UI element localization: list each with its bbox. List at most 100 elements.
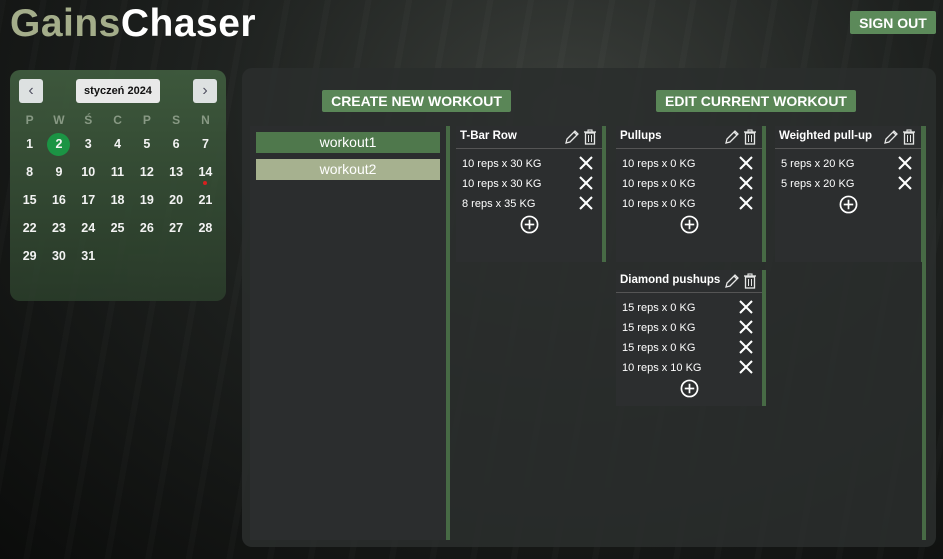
calendar-day[interactable]: 18 <box>103 186 132 214</box>
day-number: 4 <box>114 137 122 151</box>
set-text: 8 reps x 35 KG <box>462 198 536 210</box>
close-icon[interactable] <box>578 195 594 214</box>
set-text: 15 reps x 0 KG <box>622 302 696 314</box>
calendar-day[interactable]: 12 <box>132 158 161 186</box>
set-row: 10 reps x 30 KG <box>456 173 602 193</box>
calendar-day[interactable]: 3 <box>74 130 103 158</box>
day-number: 20 <box>169 193 184 207</box>
calendar: ‹ styczeń 2024 › P W Ś C P S N 1 2 3 4 5 6 7 8 9 10 11 12 1… <box>10 70 226 301</box>
main-panel: CREATE NEW WORKOUT EDIT CURRENT WORKOUT … <box>242 68 936 547</box>
next-month-button[interactable]: › <box>193 79 217 103</box>
exercise-card: T-Bar Row 10 reps x 30 KG 10 reps x 30 KG 8… <box>456 126 606 262</box>
workout-item[interactable]: workout1 <box>256 132 440 153</box>
calendar-day[interactable]: 20 <box>161 186 190 214</box>
pencil-icon[interactable] <box>724 273 740 294</box>
set-row: 10 reps x 30 KG <box>456 153 602 173</box>
trash-icon[interactable] <box>743 129 757 150</box>
calendar-day[interactable]: 25 <box>103 214 132 242</box>
calendar-day[interactable]: 15 <box>15 186 44 214</box>
exercise-name: Weighted pull-up <box>779 130 873 142</box>
calendar-day[interactable]: 30 <box>44 242 73 270</box>
close-icon[interactable] <box>738 155 754 174</box>
day-number: 29 <box>22 249 37 263</box>
pencil-icon[interactable] <box>883 129 899 150</box>
day-number: 19 <box>139 193 154 207</box>
logo-part-1: Gains <box>10 2 121 45</box>
calendar-day[interactable]: 22 <box>15 214 44 242</box>
calendar-day[interactable]: 9 <box>44 158 73 186</box>
sign-out-button[interactable]: SIGN OUT <box>850 11 936 34</box>
plus-circle-icon[interactable] <box>616 213 762 237</box>
close-icon[interactable] <box>897 175 913 194</box>
set-list: 10 reps x 30 KG 10 reps x 30 KG 8 reps x 3… <box>456 149 602 237</box>
close-icon[interactable] <box>578 155 594 174</box>
close-icon[interactable] <box>738 175 754 194</box>
calendar-day[interactable]: 2 <box>44 130 73 158</box>
calendar-day[interactable]: 4 <box>103 130 132 158</box>
set-row: 10 reps x 0 KG <box>616 193 762 213</box>
plus-circle-icon[interactable] <box>616 377 762 401</box>
workout-marker <box>203 181 208 185</box>
calendar-day[interactable]: 24 <box>74 214 103 242</box>
day-number: 1 <box>26 137 34 151</box>
calendar-day[interactable]: 19 <box>132 186 161 214</box>
calendar-day[interactable]: 11 <box>103 158 132 186</box>
close-icon[interactable] <box>738 359 754 378</box>
chevron-left-icon: ‹ <box>28 82 34 99</box>
trash-icon[interactable] <box>583 129 597 150</box>
close-icon[interactable] <box>897 155 913 174</box>
trash-icon[interactable] <box>902 129 916 150</box>
calendar-day[interactable]: 8 <box>15 158 44 186</box>
pencil-icon[interactable] <box>564 129 580 150</box>
set-row: 10 reps x 0 KG <box>616 173 762 193</box>
day-number: 21 <box>198 193 213 207</box>
calendar-day[interactable]: 21 <box>191 186 220 214</box>
calendar-day[interactable]: 17 <box>74 186 103 214</box>
calendar-day[interactable]: 10 <box>74 158 103 186</box>
day-number: 10 <box>81 165 96 179</box>
workout-list: workout1 workout2 <box>250 126 450 540</box>
calendar-day[interactable]: 23 <box>44 214 73 242</box>
calendar-day[interactable]: 14 <box>191 158 220 186</box>
create-workout-button[interactable]: CREATE NEW WORKOUT <box>322 90 511 112</box>
plus-circle-icon[interactable] <box>775 193 921 217</box>
weekday-header: W <box>53 113 65 127</box>
calendar-day[interactable]: 1 <box>15 130 44 158</box>
day-number: 26 <box>139 221 154 235</box>
calendar-day[interactable]: 7 <box>191 130 220 158</box>
set-row: 10 reps x 10 KG <box>616 357 762 377</box>
calendar-day[interactable]: 28 <box>191 214 220 242</box>
calendar-day[interactable]: 5 <box>132 130 161 158</box>
trash-icon[interactable] <box>743 273 757 294</box>
month-label: styczeń 2024 <box>76 79 160 103</box>
calendar-grid: P W Ś C P S N 1 2 3 4 5 6 7 8 9 10 11 12 13 14 15 16 17 18 19 20 21… <box>15 110 220 270</box>
day-number: 24 <box>81 221 96 235</box>
day-number: 13 <box>169 165 184 179</box>
close-icon[interactable] <box>738 339 754 358</box>
calendar-day[interactable]: 26 <box>132 214 161 242</box>
chevron-right-icon: › <box>202 82 208 99</box>
calendar-day[interactable]: 13 <box>161 158 190 186</box>
weekday-header: P <box>25 113 34 127</box>
day-number: 7 <box>201 137 209 151</box>
set-list: 10 reps x 0 KG 10 reps x 0 KG 10 reps x 0 … <box>616 149 762 237</box>
exercise-header: T-Bar Row <box>456 126 602 149</box>
calendar-day[interactable]: 31 <box>74 242 103 270</box>
close-icon[interactable] <box>738 195 754 214</box>
set-text: 10 reps x 30 KG <box>462 158 542 170</box>
prev-month-button[interactable]: ‹ <box>19 79 43 103</box>
exercise-name: Diamond pushups <box>620 274 721 286</box>
plus-circle-icon[interactable] <box>456 213 602 237</box>
close-icon[interactable] <box>738 319 754 338</box>
calendar-day[interactable]: 6 <box>161 130 190 158</box>
close-icon[interactable] <box>578 175 594 194</box>
set-row: 5 reps x 20 KG <box>775 173 921 193</box>
calendar-day[interactable]: 16 <box>44 186 73 214</box>
weekday-header: C <box>113 113 122 127</box>
edit-workout-button[interactable]: EDIT CURRENT WORKOUT <box>656 90 856 112</box>
calendar-day[interactable]: 29 <box>15 242 44 270</box>
workout-item[interactable]: workout2 <box>256 159 440 180</box>
pencil-icon[interactable] <box>724 129 740 150</box>
close-icon[interactable] <box>738 299 754 318</box>
calendar-day[interactable]: 27 <box>161 214 190 242</box>
